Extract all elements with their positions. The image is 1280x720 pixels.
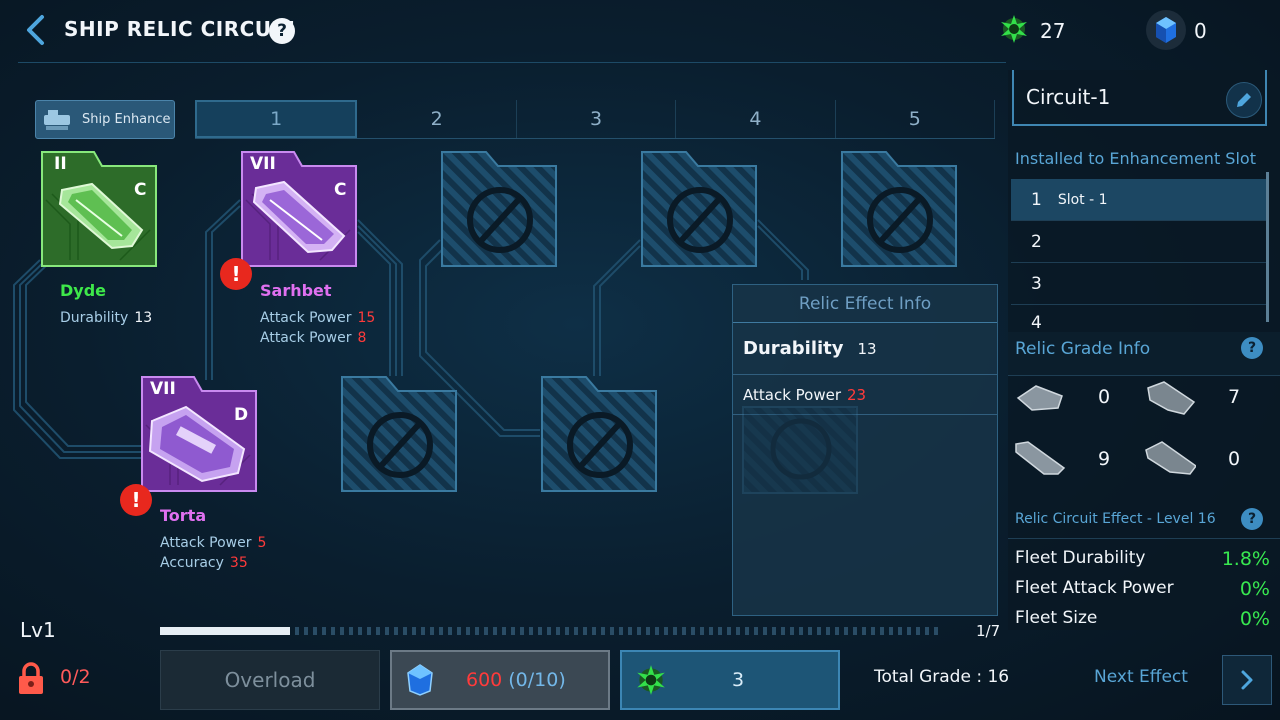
enhancement-slot-row[interactable]: 4 [1011,305,1269,331]
relic-stat: Durability 13 [60,310,153,326]
enhancement-slot-row[interactable]: 1 Slot - 1 [1011,179,1269,221]
grade-ship-icon [1015,441,1066,475]
blue-crystal-icon [1156,17,1176,43]
circuit-effect-label: Relic Circuit Effect - Level 16 [1015,511,1216,527]
blue-crystal-icon [407,664,433,696]
grade-count: 0 [1228,448,1241,470]
grade-ship-icon [1147,381,1196,415]
relic-effect-info-panel: Relic Effect Info Durability 13 Attack P… [732,284,998,616]
warning-icon: ! [120,484,152,516]
back-arrow-icon[interactable] [22,14,48,46]
overload-button[interactable]: Overload [160,650,380,710]
grade-count: 7 [1228,386,1241,408]
fleet-effect-row: Fleet Attack Power 0% [1015,578,1270,600]
empty-relic-slot[interactable] [540,375,658,493]
circuit-level: Lv1 [20,618,56,642]
relic-name: Dyde [60,281,107,300]
tab-4[interactable]: 4 [676,100,836,138]
pencil-icon [1237,93,1251,107]
crystal-owned: (0/10) [508,669,566,691]
relic-grade: VII [150,379,176,399]
relic-grade: VII [250,154,276,174]
core-cost: 3 [732,669,745,691]
relic-stat: Attack Power 15 [260,310,376,326]
tab-2[interactable]: 2 [357,100,517,138]
circuit-tabs: 1 2 3 4 5 [195,100,996,139]
slot-list-scrollbar[interactable] [1266,172,1269,322]
chevron-right-icon [1241,670,1253,690]
green-core-icon [637,665,665,695]
effect-row: Durability 13 [733,323,997,375]
empty-relic-slot[interactable] [640,150,758,268]
relic-name: Sarhbet [260,281,332,300]
relic-stat: Attack Power 5 [160,535,267,551]
purple-ship-relic-icon [252,180,346,254]
tab-3[interactable]: 3 [517,100,677,138]
grade-count: 0 [1098,386,1111,408]
relic-slot-1[interactable]: II C [40,150,158,268]
empty-relic-slot[interactable] [440,150,558,268]
lock-count: 0/2 [60,666,91,688]
ship-enhance-button[interactable]: Ship Enhance [35,100,175,139]
relic-grade: II [54,154,67,174]
ship-enhance-icon [44,109,70,130]
relic-stat: Accuracy 35 [160,555,248,571]
relic-grade-info-label: Relic Grade Info [1015,339,1151,359]
installed-slot-label: Installed to Enhancement Slot [1015,149,1256,168]
relic-name: Torta [160,506,207,525]
relic-slot-3[interactable]: VII D [140,375,258,493]
grade-ship-icon [1016,385,1063,411]
ship-enhance-label: Ship Enhance [82,112,171,127]
level-progress-fill [160,627,290,635]
next-effect-button[interactable] [1222,655,1272,705]
edit-circuit-button[interactable] [1226,82,1262,118]
enhancement-slot-row[interactable]: 2 [1011,221,1269,263]
green-core-icon [1001,15,1027,43]
faded-slot-icon [742,406,858,494]
header-divider [18,62,1006,63]
crystal-cost: 600 [466,669,503,691]
circuit-effect-help-icon[interactable]: ? [1241,508,1263,530]
lock-icon [19,662,43,694]
relic-slot-2[interactable]: VII C [240,150,358,268]
next-effect-label[interactable]: Next Effect [1094,667,1188,687]
green-currency-count: 27 [1040,19,1066,43]
tab-5[interactable]: 5 [836,100,996,138]
effect-info-title: Relic Effect Info [733,285,997,323]
tab-1[interactable]: 1 [195,100,358,138]
fleet-effect-row: Fleet Durability 1.8% [1015,548,1270,570]
core-upgrade-button[interactable]: 3 [620,650,840,710]
grade-ship-icon [1145,441,1196,475]
grade-count: 9 [1098,448,1111,470]
total-grade: Total Grade : 16 [874,667,1010,687]
page-title: SHIP RELIC CIRCUIT [64,17,294,41]
help-icon[interactable]: ? [269,18,295,44]
grade-info-help-icon[interactable]: ? [1241,337,1263,359]
warning-icon: ! [220,258,252,290]
blue-currency-count: 0 [1194,19,1207,43]
empty-relic-slot[interactable] [840,150,958,268]
relic-stat: Attack Power 8 [260,330,367,346]
divider [1008,538,1280,539]
relic-class: C [134,180,147,200]
relic-class: D [234,405,249,425]
fleet-effect-row: Fleet Size 0% [1015,608,1270,630]
crystal-upgrade-button[interactable]: 600 (0/10) [390,650,610,710]
relic-class: C [334,180,347,200]
progress-count: 1/7 [976,622,1001,640]
empty-relic-slot[interactable] [340,375,458,493]
enhancement-slot-row[interactable]: 3 [1011,263,1269,305]
